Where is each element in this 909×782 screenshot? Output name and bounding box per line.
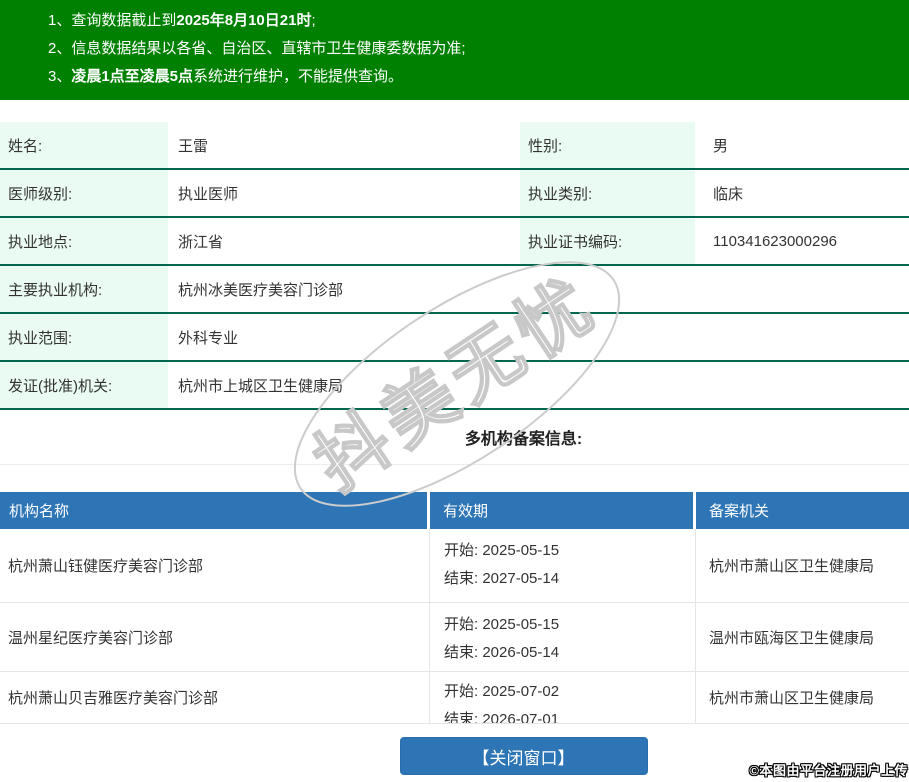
notice-banner: 1、查询数据截止到2025年8月10日21时; 2、信息数据结果以各省、自治区、… <box>0 0 909 100</box>
table-row: 主要执业机构: 杭州冰美医疗美容门诊部 <box>0 266 909 314</box>
field-label-practice-scope: 执业范围: <box>0 314 168 360</box>
credit-watermark: ©本图由平台注册用户上传 <box>749 763 908 778</box>
close-window-button[interactable]: 【关闭窗口】 <box>399 737 648 775</box>
validity-period: 开始: 2025-07-02 结束: 2026-07-01 <box>430 672 696 723</box>
validity-period: 开始: 2025-05-15 结束: 2027-05-14 <box>430 529 696 602</box>
institutions-table-header: 机构名称 有效期 备案机关 <box>0 492 909 529</box>
validity-start: 开始: 2025-05-15 <box>444 616 560 633</box>
notice-num: 3、 <box>48 68 72 85</box>
field-value-main-institution: 杭州冰美医疗美容门诊部 <box>178 281 344 299</box>
notice-text-bold: 凌晨1点至凌晨5点 <box>71 68 194 85</box>
field-value-name: 王雷 <box>178 137 209 155</box>
table-row: 杭州萧山钰健医疗美容门诊部 开始: 2025-05-15 结束: 2027-05… <box>0 529 909 603</box>
notice-line-2: 2、信息数据结果以各省、自治区、直辖市卫生健康委数据为准; <box>48 35 909 63</box>
institutions-table: 机构名称 有效期 备案机关 杭州萧山钰健医疗美容门诊部 开始: 2025-05-… <box>0 492 909 724</box>
notice-text: 信息数据结果以各省、自治区、直辖市卫生健康委数据为准; <box>71 40 466 57</box>
page-content: 1、查询数据截止到2025年8月10日21时; 2、信息数据结果以各省、自治区、… <box>0 0 909 775</box>
table-row: 温州星纪医疗美容门诊部 开始: 2025-05-15 结束: 2026-05-1… <box>0 603 909 672</box>
notice-text: 系统进行维护，不能提供查询。 <box>193 68 404 85</box>
section-title-multi-institution: 多机构备案信息: <box>464 431 583 448</box>
field-value-practice-category: 临床 <box>713 185 744 203</box>
table-row: 执业地点: 浙江省 执业证书编码: 110341623000296 <box>0 218 909 266</box>
notice-text-bold: 2025年8月10日21时 <box>176 12 312 29</box>
field-label-issuing-authority: 发证(批准)机关: <box>0 362 168 408</box>
field-value-practice-scope: 外科专业 <box>178 329 239 347</box>
notice-text: ; <box>311 12 316 29</box>
registration-authority: 温州市瓯海区卫生健康局 <box>709 629 875 647</box>
field-value-practice-location: 浙江省 <box>178 233 224 251</box>
field-label-name: 姓名: <box>0 122 168 168</box>
validity-end: 结束: 2026-07-01 <box>444 711 560 724</box>
institution-name: 杭州萧山钰健医疗美容门诊部 <box>0 529 430 602</box>
validity-period: 开始: 2025-05-15 结束: 2026-05-14 <box>430 603 696 671</box>
section-title-wrap: 多机构备案信息: <box>0 410 909 464</box>
registration-authority: 杭州市萧山区卫生健康局 <box>709 690 875 707</box>
field-value-gender: 男 <box>713 137 729 155</box>
table-row: 杭州萧山贝吉雅医疗美容门诊部 开始: 2025-07-02 结束: 2026-0… <box>0 672 909 724</box>
notice-line-3: 3、凌晨1点至凌晨5点系统进行维护，不能提供查询。 <box>48 63 909 91</box>
table-row: 医师级别: 执业医师 执业类别: 临床 <box>0 170 909 218</box>
column-header-authority: 备案机关 <box>709 503 770 520</box>
field-label-practice-category: 执业类别: <box>520 170 695 216</box>
validity-end: 结束: 2026-05-14 <box>444 644 560 661</box>
table-row: 执业范围: 外科专业 <box>0 314 909 362</box>
registration-authority: 杭州市萧山区卫生健康局 <box>709 558 875 575</box>
query-result-page: 1、查询数据截止到2025年8月10日21时; 2、信息数据结果以各省、自治区、… <box>0 0 909 782</box>
field-label-gender: 性别: <box>520 122 695 168</box>
field-value-certificate-no: 110341623000296 <box>713 232 838 250</box>
field-label-certificate-no: 执业证书编码: <box>520 218 695 264</box>
notice-line-1: 1、查询数据截止到2025年8月10日21时; <box>48 7 909 35</box>
divider <box>0 464 909 465</box>
table-row: 姓名: 王雷 性别: 男 <box>0 122 909 170</box>
validity-start: 开始: 2025-05-15 <box>444 542 560 559</box>
notice-text: 查询数据截止到 <box>71 12 177 29</box>
institution-name: 杭州萧山贝吉雅医疗美容门诊部 <box>0 672 430 723</box>
field-label-practice-location: 执业地点: <box>0 218 168 264</box>
field-label-doctor-level: 医师级别: <box>0 170 168 216</box>
column-header-validity: 有效期 <box>430 492 696 529</box>
field-value-doctor-level: 执业医师 <box>178 185 239 203</box>
notice-num: 2、 <box>48 40 72 57</box>
validity-start: 开始: 2025-07-02 <box>444 683 560 700</box>
column-header-institution-name: 机构名称 <box>0 492 430 529</box>
doctor-info-table: 姓名: 王雷 性别: 男 医师级别: 执业医师 执业类别: 临床 执业地点: 浙… <box>0 122 909 410</box>
table-row: 发证(批准)机关: 杭州市上城区卫生健康局 <box>0 362 909 410</box>
field-value-issuing-authority: 杭州市上城区卫生健康局 <box>178 377 344 395</box>
validity-end: 结束: 2027-05-14 <box>444 570 560 587</box>
notice-num: 1、 <box>48 12 72 29</box>
institution-name: 温州星纪医疗美容门诊部 <box>0 603 430 671</box>
field-label-main-institution: 主要执业机构: <box>0 266 168 312</box>
